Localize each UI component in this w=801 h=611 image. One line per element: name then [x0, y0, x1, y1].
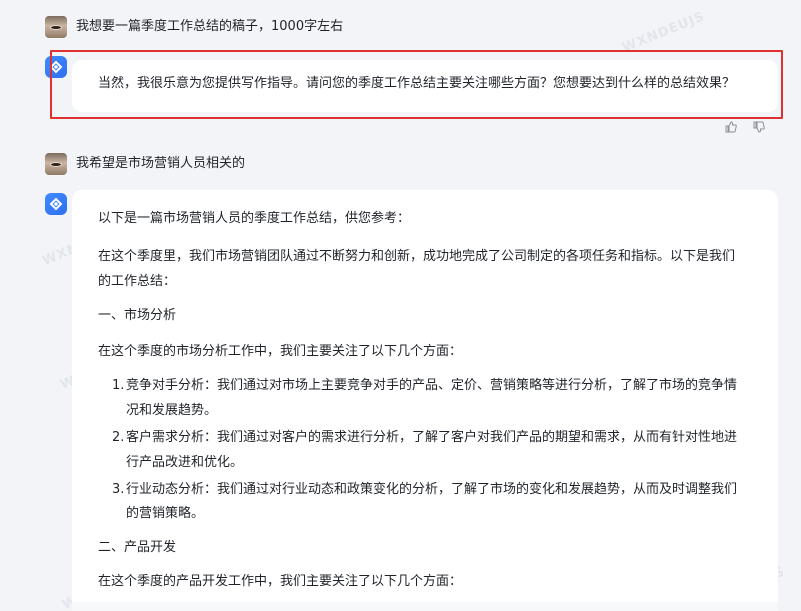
list-item-line: 行产品改进和优化。: [126, 455, 244, 470]
section-title: 一、市场分析: [98, 308, 177, 323]
list-item-line: 客户需求分析：我们通过对客户的需求进行分析，了解了客户对我们产品的期望和需求，从…: [126, 430, 738, 445]
chat-page: WXNDEUJS WXNDEUJS WXNDEUJS WXNDEUJS WXND…: [0, 0, 801, 611]
list-item-line: 竞争对手分析：我们通过对市场上主要竞争对手的产品、定价、营销策略等进行分析，了解…: [126, 378, 738, 393]
answer-intro: 以下是一篇市场营销人员的季度工作总结，供您参考：: [98, 211, 411, 226]
thumbs-down-icon[interactable]: [752, 119, 766, 133]
watermark: WXNDEUJS: [620, 9, 708, 56]
list-number: 1.: [112, 378, 125, 393]
user-message: 我希望是市场营销人员相关的: [76, 156, 246, 171]
section-lead: 在这个季度的产品开发工作中，我们主要关注了以下几个方面：: [98, 574, 463, 589]
section-title: 二、产品开发: [98, 540, 177, 555]
list-number: 3.: [112, 482, 125, 497]
user-message: 我想要一篇季度工作总结的稿子，1000字左右: [76, 19, 344, 34]
user-avatar: [45, 16, 67, 38]
list-item-line: 况和发展趋势。: [126, 403, 218, 418]
bot-logo-icon: [45, 193, 67, 215]
section-lead: 在这个季度的市场分析工作中，我们主要关注了以下几个方面：: [98, 344, 463, 359]
feedback-bar: [724, 119, 766, 133]
thumbs-up-icon[interactable]: [724, 119, 738, 133]
answer-paragraph-line: 在这个季度里，我们市场营销团队通过不断努力和创新，成功地完成了公司制定的各项任务…: [98, 249, 736, 264]
list-item-line: 的营销策略。: [126, 506, 205, 521]
list-number: 2.: [112, 430, 125, 445]
user-avatar: [45, 153, 67, 175]
next-block-edge: [72, 602, 778, 611]
answer-paragraph-line: 的工作总结：: [98, 274, 177, 289]
list-item-line: 行业动态分析：我们通过对行业动态和政策变化的分析，了解了市场的变化和发展趋势，从…: [126, 482, 738, 497]
highlight-frame: [50, 50, 783, 119]
